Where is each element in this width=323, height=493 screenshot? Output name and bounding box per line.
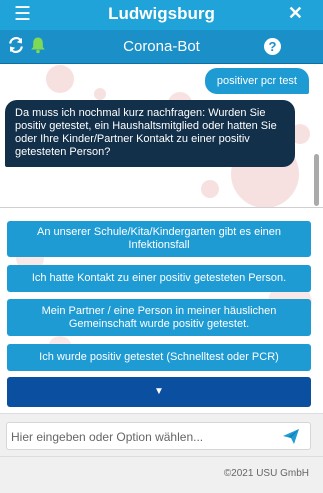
chat-area[interactable]: positiver pcr test Da muss ich nochmal k… (0, 64, 323, 208)
user-message-bubble: positiver pcr test (204, 68, 309, 94)
send-icon[interactable] (282, 428, 300, 450)
copyright-text: ©2021 USU GmbH (223, 468, 309, 479)
option-button[interactable]: Ich wurde positiv getestet (Schnelltest … (7, 344, 311, 371)
chat-scrollbar[interactable] (314, 154, 319, 206)
message-input[interactable] (11, 427, 271, 447)
app-title: Ludwigsburg (108, 4, 215, 23)
footer: ©2021 USU GmbH (0, 456, 323, 493)
more-options-button[interactable]: ▼ (7, 377, 311, 407)
help-icon[interactable]: ? (264, 38, 281, 55)
option-button[interactable]: Mein Partner / eine Person in meiner häu… (7, 299, 311, 336)
input-bar (0, 413, 323, 456)
caret-down-icon: ▼ (154, 386, 164, 397)
option-button[interactable]: Ich hatte Kontakt zu einer positiv getes… (7, 265, 311, 292)
bot-message-bubble: Da muss ich nochmal kurz nachfragen: Wur… (5, 100, 295, 167)
options-panel: An unserer Schule/Kita/Kindergarten gibt… (0, 208, 323, 413)
message-input-box (6, 422, 311, 450)
bot-header: Corona-Bot ? (0, 30, 323, 64)
option-button[interactable]: An unserer Schule/Kita/Kindergarten gibt… (7, 221, 311, 257)
close-icon[interactable]: ✕ (288, 3, 303, 24)
app-header: ☰ Ludwigsburg ✕ (0, 0, 323, 30)
